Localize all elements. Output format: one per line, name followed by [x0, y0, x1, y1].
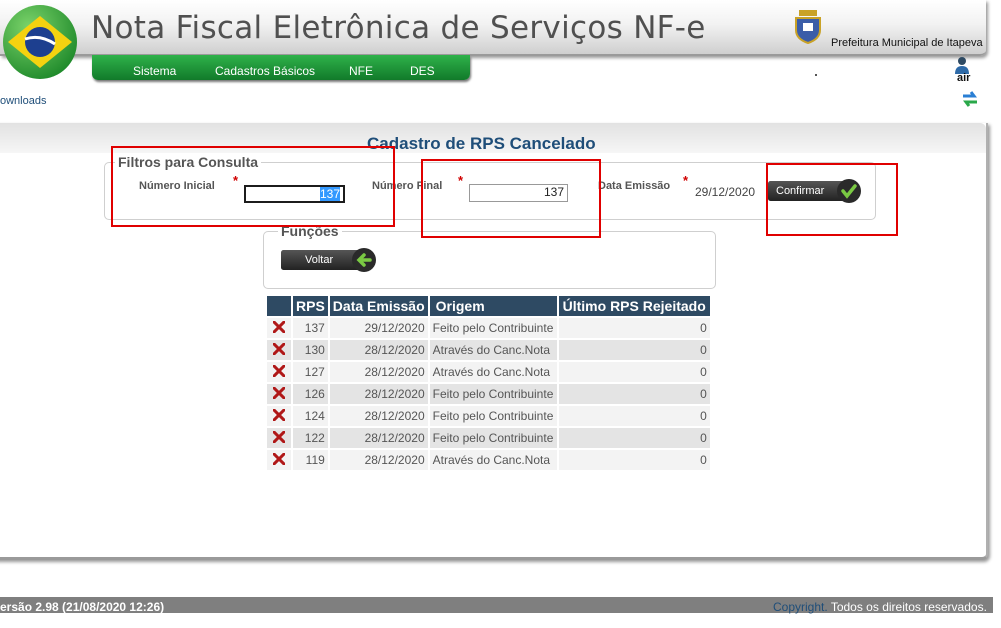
cell-rps: 130: [293, 340, 328, 360]
page-title: Cadastro de RPS Cancelado: [367, 134, 596, 153]
cell-origem: Feito pelo Contribuinte: [429, 384, 557, 404]
app-title: Nota Fiscal Eletrônica de Serviços NF-e: [91, 10, 706, 46]
cell-rps: 127: [293, 362, 328, 382]
menu-des[interactable]: DES: [410, 64, 435, 78]
cell-ultimo-rps: 0: [558, 406, 710, 426]
cell-origem: Feito pelo Contribuinte: [429, 318, 557, 338]
cell-ultimo-rps: 0: [558, 318, 710, 338]
cell-ultimo-rps: 0: [558, 384, 710, 404]
back-arrow-icon: [352, 248, 376, 272]
menu-sistema[interactable]: Sistema: [133, 64, 176, 78]
delete-x-icon[interactable]: [267, 428, 291, 448]
cell-data-emissao: 28/12/2020: [329, 384, 428, 404]
cell-ultimo-rps: 0: [558, 450, 710, 470]
required-mark: *: [683, 173, 689, 188]
table-row: 130 28/12/2020 Através do Canc.Nota 0: [267, 340, 710, 360]
delete-x-icon[interactable]: [267, 406, 291, 426]
prefeitura-name: Prefeitura Municipal de Itapeva: [831, 37, 983, 49]
table-row: 122 28/12/2020 Feito pelo Contribuinte 0: [267, 428, 710, 448]
separator-dot: [815, 74, 817, 76]
back-button[interactable]: Voltar: [281, 248, 376, 272]
cell-origem: Através do Canc.Nota: [429, 362, 557, 382]
copyright-link[interactable]: Copyright.: [773, 600, 828, 614]
cell-data-emissao: 29/12/2020: [329, 318, 428, 338]
main-menu: Sistema Cadastros Básicos NFE DES: [92, 55, 470, 80]
highlight-numero-final: [421, 159, 601, 238]
table-row: 127 28/12/2020 Através do Canc.Nota 0: [267, 362, 710, 382]
menu-cadastros-basicos[interactable]: Cadastros Básicos: [215, 64, 315, 78]
table-row: 137 29/12/2020 Feito pelo Contribuinte 0: [267, 318, 710, 338]
cell-ultimo-rps: 0: [558, 340, 710, 360]
cell-origem: Feito pelo Contribuinte: [429, 406, 557, 426]
table-row: 119 28/12/2020 Através do Canc.Nota 0: [267, 450, 710, 470]
downloads-link[interactable]: ownloads: [0, 95, 46, 107]
cell-rps: 137: [293, 318, 328, 338]
data-emissao-label: Data Emissão: [598, 180, 671, 192]
highlight-confirm: [766, 163, 898, 236]
user-name[interactable]: air: [957, 72, 970, 84]
col-action: [267, 296, 291, 316]
cell-rps: 122: [293, 428, 328, 448]
rps-table: RPS Data Emissão Origem Último RPS Rejei…: [265, 294, 712, 472]
data-emissao-value: 29/12/2020: [695, 185, 756, 199]
delete-x-icon[interactable]: [267, 384, 291, 404]
col-rps[interactable]: RPS: [293, 296, 328, 316]
table-row: 126 28/12/2020 Feito pelo Contribuinte 0: [267, 384, 710, 404]
cell-origem: Através do Canc.Nota: [429, 450, 557, 470]
delete-x-icon[interactable]: [267, 450, 291, 470]
refresh-icon[interactable]: [960, 88, 980, 110]
cell-rps: 126: [293, 384, 328, 404]
delete-x-icon[interactable]: [267, 340, 291, 360]
delete-x-icon[interactable]: [267, 362, 291, 382]
col-ultimo-rps[interactable]: Último RPS Rejeitado: [558, 296, 710, 316]
cell-origem: Feito pelo Contribuinte: [429, 428, 557, 448]
col-origem[interactable]: Origem: [429, 296, 557, 316]
back-label: Voltar: [305, 254, 334, 266]
cell-data-emissao: 28/12/2020: [329, 428, 428, 448]
rights-text: Todos os direitos reservados.: [830, 600, 987, 614]
table-row: 124 28/12/2020 Feito pelo Contribuinte 0: [267, 406, 710, 426]
municipal-crest-icon: [795, 10, 821, 44]
version-text: ersão 2.98 (21/08/2020 12:26): [0, 600, 165, 614]
menu-nfe[interactable]: NFE: [349, 64, 373, 78]
cell-origem: Através do Canc.Nota: [429, 340, 557, 360]
cell-data-emissao: 28/12/2020: [329, 450, 428, 470]
col-data-emissao[interactable]: Data Emissão: [329, 296, 428, 316]
cell-data-emissao: 28/12/2020: [329, 362, 428, 382]
cell-ultimo-rps: 0: [558, 428, 710, 448]
cell-data-emissao: 28/12/2020: [329, 340, 428, 360]
highlight-numero-inicial: [111, 146, 395, 227]
cell-data-emissao: 28/12/2020: [329, 406, 428, 426]
cell-rps: 119: [293, 450, 328, 470]
brazil-flag-logo: [3, 5, 77, 79]
cell-ultimo-rps: 0: [558, 362, 710, 382]
copyright: Copyright. Todos os direitos reservados.: [773, 600, 987, 614]
table-header-row: RPS Data Emissão Origem Último RPS Rejei…: [267, 296, 710, 316]
cell-rps: 124: [293, 406, 328, 426]
delete-x-icon[interactable]: [267, 318, 291, 338]
